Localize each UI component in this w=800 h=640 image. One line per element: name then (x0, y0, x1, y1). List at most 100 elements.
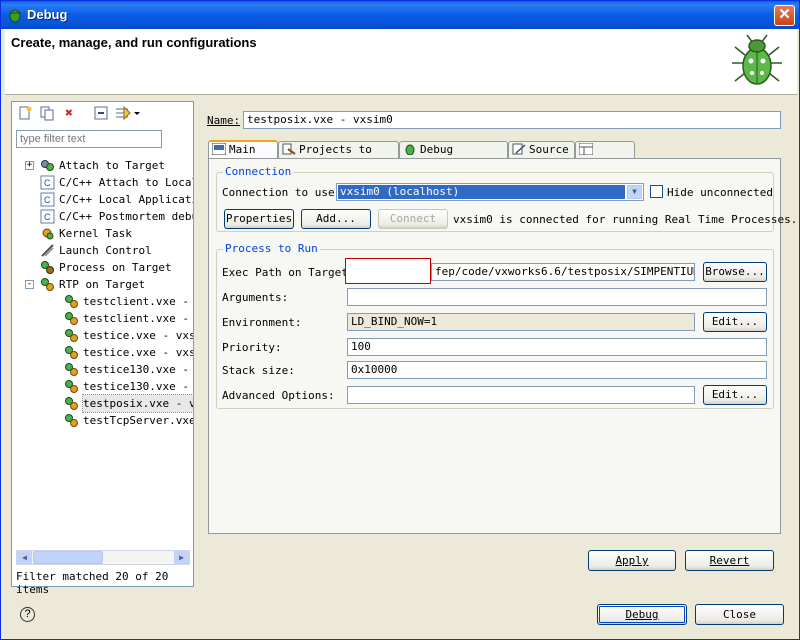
tree-item-label: C/C++ Attach to Local (59, 176, 193, 189)
expand-icon[interactable]: + (25, 161, 34, 170)
c-app-icon: C (40, 192, 55, 207)
tree-item[interactable]: C C/C++ Postmortem debug (12, 208, 193, 225)
tree-horizontal-scrollbar[interactable]: ◀ ▶ (16, 550, 190, 565)
tree-item[interactable]: Process on Target (12, 259, 193, 276)
duplicate-config-icon[interactable] (38, 105, 56, 123)
rtp-config-icon (64, 413, 79, 428)
tree-item-label: testclient.vxe - vx (83, 312, 193, 325)
debug-button[interactable]: Debug (597, 604, 687, 625)
tree-item[interactable]: Kernel Task (12, 225, 193, 242)
tree-item[interactable]: testice130.vxe - vx (12, 361, 193, 378)
process-group: Process to Run Exec Path on Target: fep/… (216, 242, 774, 409)
add-connection-button[interactable]: Add... (301, 209, 371, 229)
stack-size-label: Stack size: (222, 364, 295, 377)
delete-config-icon[interactable]: ✖ (60, 105, 78, 123)
tab-debug-options[interactable]: Debug Options (399, 141, 508, 172)
filter-status: Filter matched 20 of 20 items (16, 570, 169, 596)
browse-button[interactable]: Browse... (703, 262, 767, 282)
stack-size-field[interactable]: 0x10000 (347, 361, 767, 379)
hide-unconnected-checkbox[interactable] (650, 185, 663, 198)
rtp-config-icon (64, 294, 79, 309)
config-tabs: Main Projects to BuildDebug Options Source… (208, 140, 781, 172)
connection-group-label: Connection (223, 165, 294, 178)
connection-group: Connection Connection to use: vxsim0 (lo… (216, 165, 797, 232)
tree-item-label: C/C++ Postmortem debug (59, 210, 193, 223)
tab-common[interactable]: Common (575, 141, 635, 172)
tree-item[interactable]: Launch Control (12, 242, 193, 259)
configuration-editor: Name: testposix.vxe - vxsim0 Main Project… (201, 101, 797, 587)
apply-button[interactable]: Apply (588, 550, 676, 571)
filter-menu-icon[interactable] (114, 105, 142, 123)
debug-options-icon (403, 143, 417, 156)
c-app-icon: C (40, 175, 55, 190)
tree-toolbar: ✖ (12, 102, 193, 126)
configuration-tree-panel: ✖ + Attach to Target C C/C++ Attach to Loca… (11, 101, 194, 596)
process-target-icon (40, 260, 55, 275)
common-icon (578, 142, 594, 156)
hide-unconnected-label: Hide unconnected (667, 186, 773, 199)
name-label: Name: (207, 114, 241, 127)
environment-edit-button[interactable]: Edit... (703, 312, 767, 332)
c-app-icon: C (40, 209, 55, 224)
tree-item[interactable]: testTcpServer.vxe - (12, 412, 193, 429)
revert-button[interactable]: Revert (685, 550, 774, 571)
exec-path-field[interactable]: fep/code/vxworks6.6/testposix/SIMPENTIUM… (431, 263, 695, 281)
tab-projects-to-build[interactable]: Projects to Build (278, 141, 399, 172)
tree-item-label: Attach to Target (59, 159, 165, 172)
main-tab-panel: Connection Connection to use: vxsim0 (lo… (208, 158, 797, 534)
environment-field[interactable]: LD_BIND_NOW=1 (347, 313, 695, 331)
tree-item[interactable]: C C/C++ Attach to Local (12, 174, 193, 191)
tree-item-label: testTcpServer.vxe - (83, 414, 193, 427)
connection-select[interactable]: vxsim0 (localhost) ▼ (336, 183, 644, 201)
debug-dialog: Debug ✕ Create, manage, and run configur… (0, 0, 800, 640)
environment-label: Environment: (222, 316, 302, 329)
new-config-icon[interactable] (16, 105, 34, 123)
tree-item[interactable]: - RTP on Target (12, 276, 193, 293)
tree-item[interactable]: C C/C++ Local Applicatio (12, 191, 193, 208)
chevron-down-icon[interactable]: ▼ (627, 185, 642, 199)
collapse-all-icon[interactable] (92, 105, 110, 123)
scroll-right-icon[interactable]: ▶ (174, 551, 189, 564)
properties-button[interactable]: Properties (224, 209, 294, 229)
close-button[interactable]: Close (695, 604, 784, 625)
collapse-icon[interactable]: - (25, 280, 34, 289)
exec-path-highlight (345, 258, 431, 284)
title-bar[interactable]: Debug ✕ (1, 1, 799, 29)
arguments-field[interactable] (347, 288, 767, 306)
scroll-left-icon[interactable]: ◀ (17, 551, 32, 564)
projects-icon (282, 143, 296, 155)
tab-main[interactable]: Main (208, 140, 278, 160)
header-title: Create, manage, and run configurations (11, 35, 257, 50)
advanced-edit-button[interactable]: Edit... (703, 385, 767, 405)
advanced-options-field[interactable] (347, 386, 695, 404)
scroll-thumb[interactable] (33, 551, 103, 564)
tab-source[interactable]: Source (508, 141, 575, 159)
tab-label: Source (529, 143, 569, 156)
tree-item[interactable]: testice.vxe - vxsim (12, 344, 193, 361)
filter-input[interactable] (16, 130, 162, 148)
tree-item[interactable]: testposix.vxe - vxs (12, 394, 193, 413)
help-icon[interactable]: ? (20, 607, 35, 622)
rtp-config-icon (64, 379, 79, 394)
tree-item[interactable]: testclient.vxe - vx (12, 293, 193, 310)
priority-field[interactable]: 100 (347, 338, 767, 356)
tree-item-label: Launch Control (59, 244, 152, 257)
tree-item[interactable]: testice130.vxe - vx (12, 378, 193, 395)
tree-item[interactable]: testice.vxe - vxsim (12, 327, 193, 344)
rtp-target-icon (40, 277, 55, 292)
tree-item[interactable]: + Attach to Target (12, 157, 193, 174)
main-tab-icon (211, 142, 227, 156)
name-field[interactable]: testposix.vxe - vxsim0 (243, 111, 781, 129)
arguments-label: Arguments: (222, 291, 289, 304)
process-group-label: Process to Run (223, 242, 320, 255)
close-window-button[interactable]: ✕ (774, 5, 795, 26)
exec-path-label: Exec Path on Target: (222, 266, 355, 279)
tree-item[interactable]: testclient.vxe - vx (12, 310, 193, 327)
tree-item-label: Kernel Task (59, 227, 132, 240)
svg-text:C: C (44, 195, 51, 205)
tree-item-label: testice130.vxe - vx (83, 380, 193, 393)
tab-label: Main (229, 143, 256, 156)
connect-button[interactable]: Connect (378, 209, 448, 229)
tree-item-label: RTP on Target (59, 278, 146, 291)
window-title: Debug (27, 7, 68, 22)
